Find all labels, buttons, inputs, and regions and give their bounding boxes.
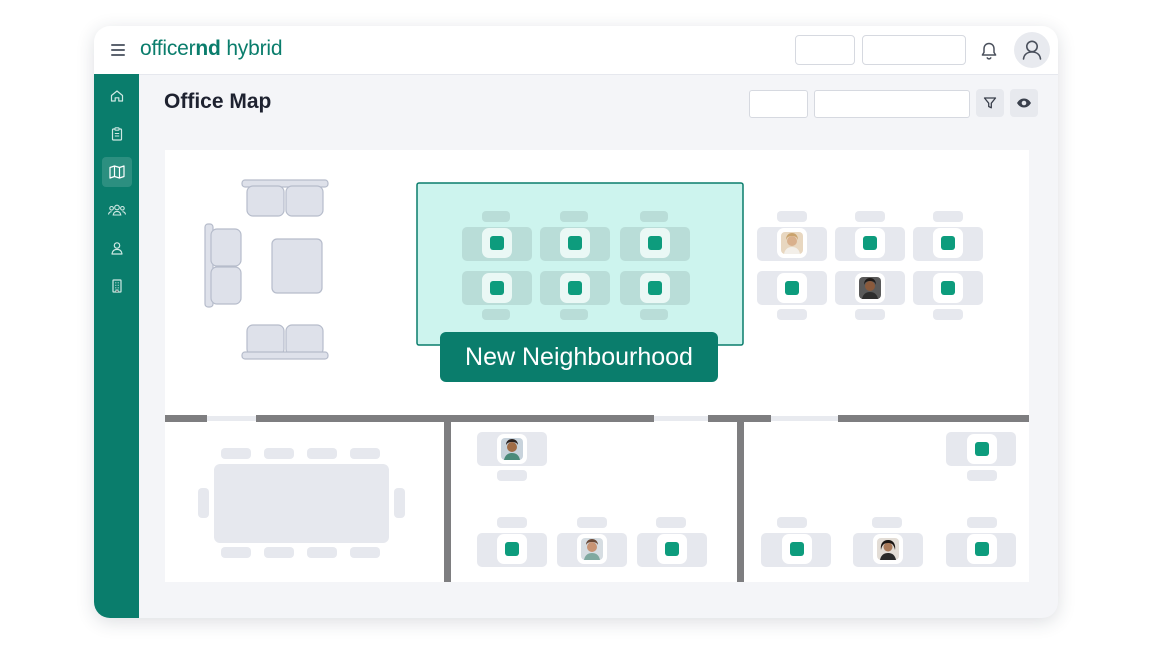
- top-bar-field-1[interactable]: [795, 35, 855, 65]
- top-bar-field-2[interactable]: [862, 35, 966, 65]
- occupant-avatar: [873, 534, 903, 564]
- bell-icon[interactable]: [978, 40, 1000, 62]
- right-room-desks[interactable]: [761, 432, 1016, 567]
- hamburger-icon[interactable]: [111, 44, 125, 56]
- app-window: officernd hybrid Office Map New Neighbou…: [94, 26, 1058, 618]
- meeting-room[interactable]: [198, 448, 405, 558]
- occupant-avatar: [577, 534, 607, 564]
- user-avatar-icon[interactable]: [1014, 32, 1050, 68]
- map-icon[interactable]: [102, 157, 132, 187]
- person-icon[interactable]: [102, 233, 132, 263]
- app-logo[interactable]: officernd hybrid: [140, 37, 283, 61]
- eye-icon[interactable]: [1010, 89, 1038, 117]
- people-icon[interactable]: [102, 195, 132, 225]
- page-title: Office Map: [164, 90, 272, 113]
- desk-cluster-right[interactable]: [757, 211, 983, 320]
- middle-room-desks[interactable]: [477, 432, 707, 567]
- filter-icon[interactable]: [976, 89, 1004, 117]
- occupant-avatar: [777, 228, 807, 258]
- occupant-avatar: [497, 434, 527, 464]
- new-neighbourhood-zone[interactable]: [416, 182, 744, 346]
- lounge-area: [204, 179, 329, 360]
- clipboard-icon[interactable]: [102, 119, 132, 149]
- top-bar: officernd hybrid: [94, 26, 1058, 75]
- office-map[interactable]: New Neighbourhood: [165, 150, 1029, 582]
- map-control-field-2[interactable]: [814, 90, 970, 118]
- home-icon[interactable]: [102, 81, 132, 111]
- sidebar: [94, 74, 139, 618]
- map-control-field-1[interactable]: [749, 90, 808, 118]
- occupant-avatar: [855, 273, 885, 303]
- building-icon[interactable]: [102, 271, 132, 301]
- neighbourhood-label[interactable]: New Neighbourhood: [440, 332, 718, 382]
